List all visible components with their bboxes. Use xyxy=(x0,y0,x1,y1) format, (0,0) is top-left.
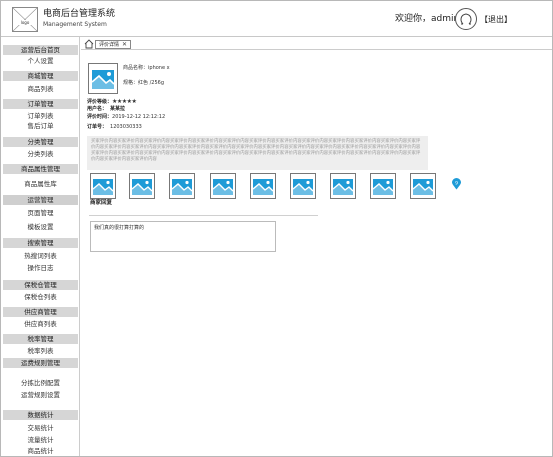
review-image-thumb[interactable] xyxy=(90,173,116,199)
rating-stars: ★★★★★ xyxy=(112,98,137,105)
sidebar-item[interactable]: 运营后台首页 xyxy=(3,45,78,55)
logo-text: logo xyxy=(13,20,37,25)
sidebar-item[interactable]: 分类管理 xyxy=(3,137,78,147)
review-image-thumb[interactable] xyxy=(410,173,436,199)
sidebar-item[interactable]: 分拣比例配置 xyxy=(3,378,78,388)
tab-bar: 评价详情 ✕ xyxy=(81,37,552,50)
sidebar-item[interactable]: 税率管理 xyxy=(3,334,78,344)
user-icon xyxy=(460,13,472,25)
product-name: 商品名称：iphone x xyxy=(123,65,170,71)
logout-link[interactable]: 【退出】 xyxy=(480,14,512,25)
image-count-badge: 9 xyxy=(452,178,461,190)
product-spec: 规格：红色 /256g xyxy=(123,80,165,86)
review-time: 评价时间：2019-12-12 12:12:12 xyxy=(87,114,166,120)
review-rating: 评价等级：★★★★★ xyxy=(87,98,137,105)
main-content: 评价详情 ✕ 商品名称：iphone x 规格：红色 /256g 评价等级：★★★… xyxy=(81,37,552,456)
sidebar-item[interactable]: 搜索管理 xyxy=(3,238,78,248)
sidebar-item[interactable]: 运营规则设置 xyxy=(3,390,78,400)
close-icon[interactable]: ✕ xyxy=(122,41,127,48)
sidebar-item[interactable]: 页面管理 xyxy=(3,208,78,218)
sidebar-menu: 运营后台首页 个人设置商城管理商品列表订单管理订单列表 售后订单分类管理分类列表商品… xyxy=(1,37,80,456)
sidebar-item[interactable]: 商品属性库 xyxy=(3,179,78,189)
sidebar-item[interactable]: 操作日志 xyxy=(3,263,78,273)
merchant-reply-box[interactable]: 我们真的很打算打算的 xyxy=(90,221,276,252)
sidebar-item[interactable]: 商品属性管理 xyxy=(3,164,78,174)
app-window: logo 电商后台管理系统 Management System 欢迎你，admi… xyxy=(0,0,553,457)
sidebar-item[interactable]: 运营管理 xyxy=(3,195,78,205)
sidebar-item[interactable]: 商品列表 xyxy=(3,84,78,94)
sidebar-item[interactable]: 个人设置 xyxy=(3,56,78,66)
sidebar-item[interactable]: 订单列表 xyxy=(3,111,78,121)
sidebar-item[interactable]: 运费规则管理 xyxy=(3,358,78,368)
divider xyxy=(89,215,318,216)
sidebar-item[interactable]: 供应商列表 xyxy=(3,319,78,329)
system-subtitle: Management System xyxy=(43,21,107,28)
sidebar-item[interactable]: 保税仓管理 xyxy=(3,280,78,290)
top-header: logo 电商后台管理系统 Management System 欢迎你，admi… xyxy=(1,1,552,37)
review-image-thumb[interactable] xyxy=(250,173,276,199)
sidebar-item[interactable]: 商品统计 xyxy=(3,446,78,456)
tab-label: 评价详情 xyxy=(99,42,120,48)
sidebar-item[interactable]: 交易统计 xyxy=(3,423,78,433)
sidebar-item[interactable]: 商城管理 xyxy=(3,71,78,81)
review-order: 订单号： 1203030333 xyxy=(87,124,142,130)
welcome-text: 欢迎你，admin xyxy=(395,14,460,24)
sidebar-item[interactable]: 订单管理 xyxy=(3,99,78,109)
sidebar-item[interactable]: 数据统计 xyxy=(3,410,78,420)
home-icon[interactable] xyxy=(84,39,94,49)
system-title: 电商后台管理系统 xyxy=(43,9,116,19)
avatar[interactable] xyxy=(455,8,477,30)
sidebar-item[interactable]: 热搜词列表 xyxy=(3,251,78,261)
merchant-reply-title: 商家回复 xyxy=(90,200,113,206)
sidebar-item[interactable]: 保税仓列表 xyxy=(3,292,78,302)
sidebar-item[interactable]: 分类列表 xyxy=(3,149,78,159)
svg-text:9: 9 xyxy=(455,180,458,186)
review-image-thumb[interactable] xyxy=(330,173,356,199)
tab-review-detail[interactable]: 评价详情 ✕ xyxy=(95,40,132,49)
product-image xyxy=(88,63,118,94)
review-comment: 买家评价内容买家评价内容买家评价内容买家评价内容买家评价内容买家评价内容买家评价… xyxy=(87,136,428,170)
sidebar-item[interactable]: 税率列表 xyxy=(3,346,78,356)
sidebar-item[interactable]: 售后订单 xyxy=(3,121,78,131)
review-image-thumb[interactable] xyxy=(290,173,316,199)
review-image-thumb[interactable] xyxy=(370,173,396,199)
review-image-thumb[interactable] xyxy=(129,173,155,199)
review-image-thumb[interactable] xyxy=(169,173,195,199)
review-image-thumb[interactable] xyxy=(210,173,236,199)
logo-icon: logo xyxy=(12,7,38,32)
sidebar-item[interactable]: 供应商管理 xyxy=(3,307,78,317)
sidebar-item[interactable]: 模板设置 xyxy=(3,222,78,232)
review-user: 用户名： 某某拉 xyxy=(87,106,126,112)
sidebar-item[interactable]: 流量统计 xyxy=(3,435,78,445)
